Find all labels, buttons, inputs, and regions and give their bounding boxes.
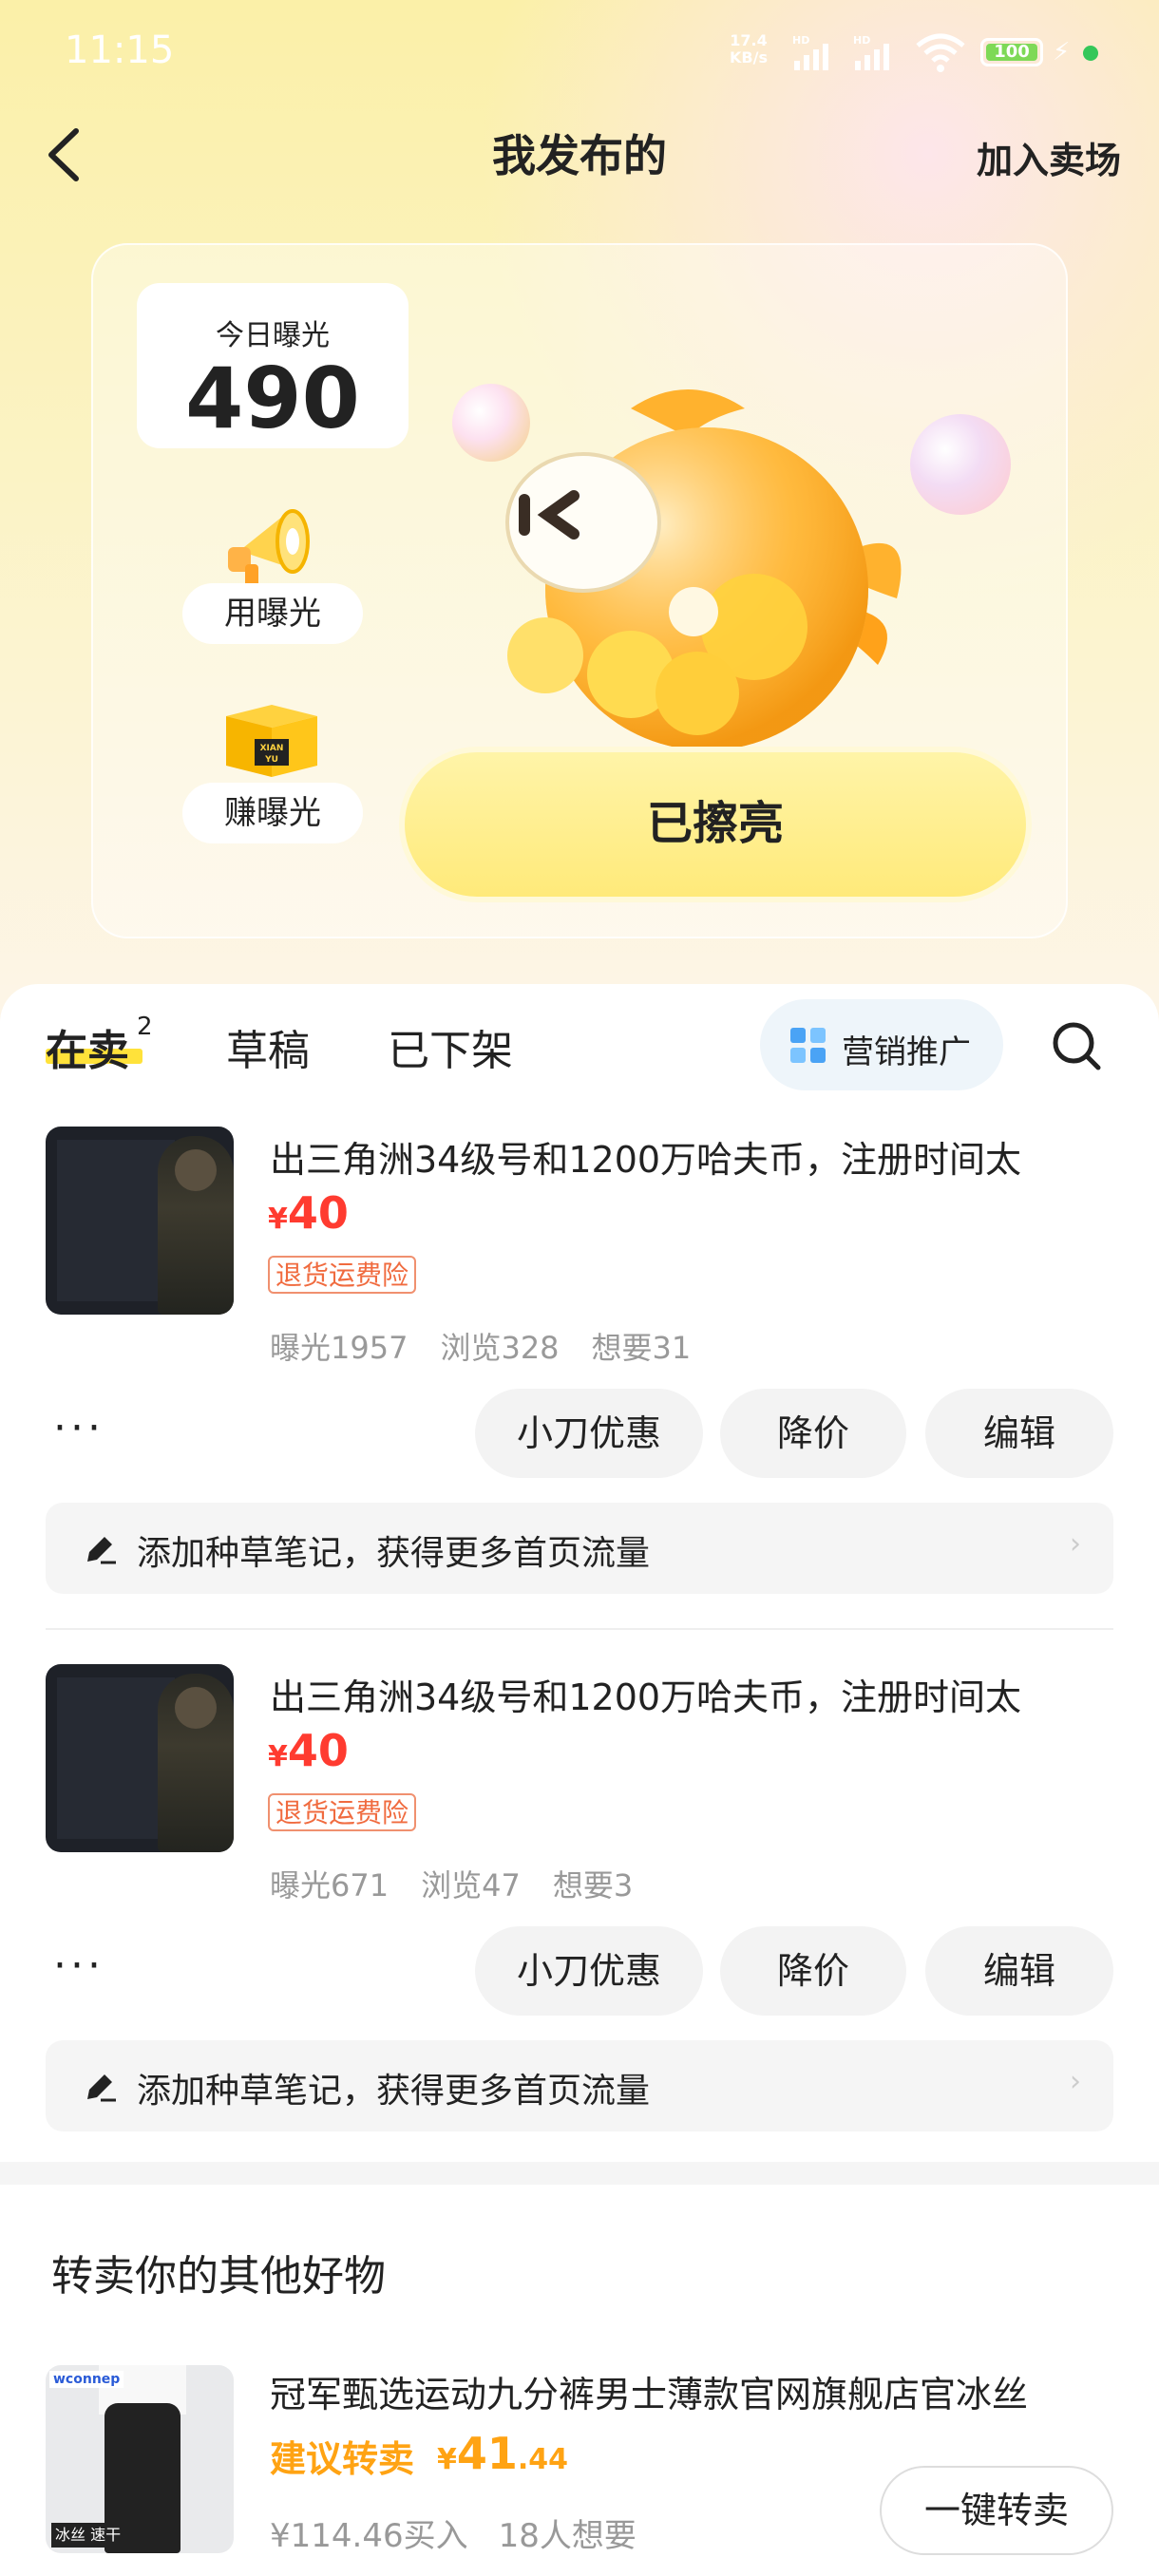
search-icon[interactable] [1051, 1020, 1102, 1071]
chevron-right-icon: › [1070, 1527, 1081, 1561]
earn-exposure-button[interactable]: 赚曝光 [182, 783, 363, 843]
listing-price: ¥40 [268, 1725, 349, 1776]
small-discount-button[interactable]: 小刀优惠 [475, 1389, 703, 1478]
want-count: 18人想要 [498, 2517, 636, 2555]
today-exposure-label: 今日曝光 [216, 319, 330, 352]
today-exposure-value: 490 [185, 350, 360, 447]
currency-symbol: ¥ [437, 2443, 457, 2476]
section-separator [0, 2162, 1159, 2185]
network-speed-unit: KB/s [730, 48, 768, 66]
box-icon[interactable]: XIAN YU [222, 703, 321, 779]
product-badge: 冰丝 速干 [51, 2523, 125, 2548]
tab-drafts[interactable]: 草稿 [226, 1016, 310, 1077]
add-note-text: 添加种草笔记，获得更多首页流量 [137, 1534, 651, 1573]
stat-wants: 想要31 [591, 1330, 692, 1366]
more-options-button[interactable]: ··· [53, 1404, 104, 1452]
listing-thumbnail[interactable] [46, 1664, 234, 1852]
charging-icon: ⚡ [1053, 38, 1071, 66]
wifi-icon [916, 33, 965, 72]
hd-label-1: HD [792, 34, 809, 47]
chevron-right-icon: › [1070, 2065, 1081, 2098]
listing-title[interactable]: 出三角洲34级号和1200万哈夫币，注册时间太 [270, 1668, 1021, 1720]
reduce-price-button[interactable]: 降价 [720, 1389, 906, 1478]
tab-removed[interactable]: 已下架 [388, 1016, 513, 1077]
bubble-decoration-2 [910, 414, 1011, 515]
listing-title[interactable]: 出三角洲34级号和1200万哈夫币，注册时间太 [270, 1130, 1021, 1183]
megaphone-icon[interactable] [220, 494, 325, 593]
add-note-text: 添加种草笔记，获得更多首页流量 [137, 2072, 651, 2111]
price-value: 40 [287, 1725, 349, 1776]
marketing-label: 营销推广 [842, 1033, 971, 1071]
price-integer: 41 [456, 2428, 518, 2479]
edit-button[interactable]: 编辑 [925, 1389, 1113, 1478]
tab-selling[interactable]: 在卖 [46, 1016, 129, 1077]
join-market-button[interactable]: 加入卖场 [977, 131, 1121, 183]
add-note-banner[interactable]: 添加种草笔记，获得更多首页流量 › [46, 1503, 1113, 1594]
marketing-button[interactable]: 营销推广 [760, 999, 1003, 1090]
suggest-resell-label: 建议转卖 [270, 2438, 415, 2480]
network-speed: 17.4 KB/s [730, 32, 768, 66]
stat-wants: 想要3 [552, 1867, 634, 1904]
pen-icon [87, 1537, 116, 1564]
network-speed-value: 17.4 [730, 31, 768, 49]
stat-views: 浏览47 [421, 1867, 521, 1904]
listing-stats: 曝光1957 浏览328 想要31 [270, 1324, 723, 1368]
more-options-button[interactable]: ··· [53, 1941, 104, 1990]
listing-divider [46, 1628, 1113, 1630]
return-insurance-tag: 退货运费险 [268, 1256, 417, 1294]
one-click-resell-button[interactable]: 一键转卖 [880, 2466, 1113, 2555]
status-time: 11:15 [65, 28, 175, 72]
listing-thumbnail[interactable] [46, 1127, 234, 1315]
currency-symbol: ¥ [268, 1203, 288, 1236]
resell-price: ¥41.44 [437, 2428, 568, 2479]
stat-exposure: 曝光1957 [270, 1330, 408, 1366]
hd-label-2: HD [853, 34, 870, 47]
battery-icon: 100 [980, 38, 1043, 66]
signal-icon: HD [792, 34, 828, 70]
edit-button[interactable]: 编辑 [925, 1926, 1113, 2016]
resell-section-title: 转卖你的其他好物 [51, 2252, 386, 2301]
return-insurance-tag: 退货运费险 [268, 1793, 417, 1831]
listing-stats: 曝光671 浏览47 想要3 [270, 1862, 665, 1905]
polished-button[interactable]: 已擦亮 [399, 747, 1032, 902]
price-value: 40 [287, 1187, 349, 1239]
small-discount-button[interactable]: 小刀优惠 [475, 1926, 703, 2016]
add-note-banner[interactable]: 添加种草笔记，获得更多首页流量 › [46, 2040, 1113, 2131]
price-decimal: .44 [517, 2443, 569, 2476]
reduce-price-button[interactable]: 降价 [720, 1926, 906, 2016]
pen-icon [87, 2074, 116, 2102]
listing-price: ¥40 [268, 1187, 349, 1239]
bought-price: ¥114.46买入 [270, 2517, 468, 2555]
use-exposure-button[interactable]: 用曝光 [182, 583, 363, 644]
signal-icon-2: HD [853, 34, 889, 70]
selling-count-badge: 2 [137, 1013, 153, 1041]
currency-symbol: ¥ [268, 1740, 288, 1773]
stat-exposure: 曝光671 [270, 1867, 390, 1904]
svg-text:XIAN: XIAN [260, 744, 284, 753]
stat-views: 浏览328 [440, 1330, 560, 1366]
resell-meta: ¥114.46买入 18人想要 [270, 2510, 667, 2556]
status-dot [1083, 46, 1098, 61]
brand-logo: wconnep [49, 2371, 124, 2388]
status-bar: 11:15 17.4 KB/s HD HD 100 ⚡ [0, 0, 1159, 104]
today-exposure-box: 今日曝光 490 [137, 283, 408, 448]
resell-item-title[interactable]: 冠军甄选运动九分裤男士薄款官网旗舰店官冰丝 [270, 2365, 1028, 2417]
battery-level: 100 [994, 42, 1030, 62]
svg-text:YU: YU [264, 755, 278, 765]
resell-thumbnail[interactable]: wconnep 冰丝 速干 [46, 2365, 234, 2553]
pufferfish-mascot [505, 389, 902, 748]
grid-icon [790, 1028, 826, 1063]
